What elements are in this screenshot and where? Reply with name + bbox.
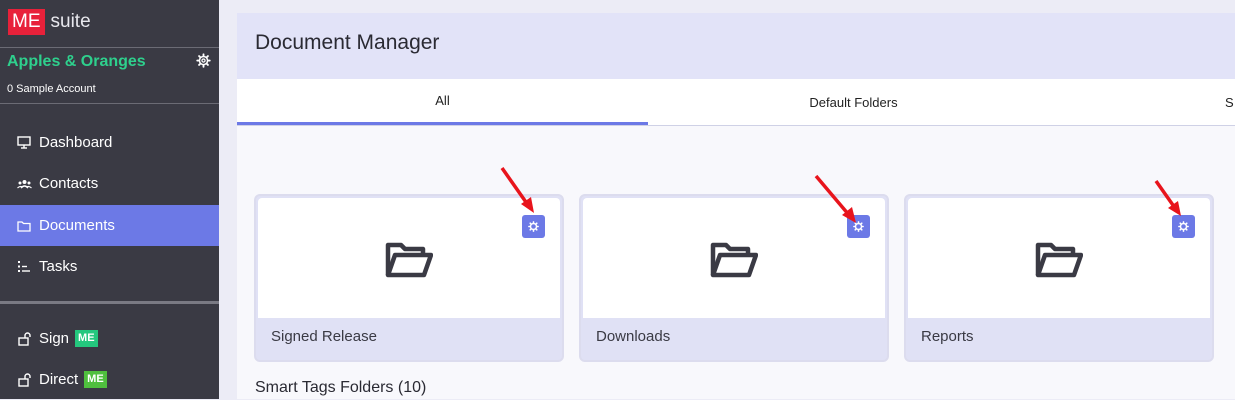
gear-icon	[528, 221, 539, 232]
sidebar-item-label: Dashboard	[39, 134, 113, 151]
unlock-icon	[16, 331, 32, 347]
sidebar-item-label: Contacts	[39, 175, 99, 192]
folder-name: Reports	[921, 328, 974, 345]
app-logo[interactable]: ME suite	[8, 9, 91, 35]
folder-name: Downloads	[596, 328, 671, 345]
folder-icon	[16, 218, 32, 234]
tasks-icon	[16, 259, 32, 275]
company-name[interactable]: Apples & Oranges	[7, 53, 146, 71]
sidebar-item-contacts[interactable]: Contacts	[0, 163, 219, 204]
page-title: Document Manager	[255, 31, 440, 54]
folder-open-icon	[385, 242, 433, 278]
sidebar-item-tasks[interactable]: Tasks	[0, 246, 219, 287]
logo-text: suite	[50, 11, 91, 32]
tab-bar: All Default Folders S	[237, 79, 1235, 126]
sidebar-item-sign[interactable]: Sign ME	[0, 318, 219, 359]
gear-icon[interactable]	[196, 53, 211, 68]
divider	[0, 103, 219, 104]
divider	[0, 301, 219, 304]
annotation-arrow	[500, 166, 534, 213]
folder-settings-button[interactable]	[1172, 215, 1195, 238]
main-panel: Document Manager All Default Folders S S…	[237, 13, 1235, 399]
sidebar-item-label: Documents	[39, 217, 115, 234]
contacts-icon	[16, 176, 32, 192]
sidebar-item-documents[interactable]: Documents	[0, 205, 219, 246]
sidebar-item-dashboard[interactable]: Dashboard	[0, 122, 219, 163]
divider	[0, 47, 219, 48]
sidebar-item-label: Sign	[39, 330, 70, 347]
folder-card[interactable]: Signed Release	[254, 194, 564, 362]
annotation-arrow	[1154, 179, 1181, 216]
sidebar-item-direct[interactable]: Direct ME	[0, 359, 219, 400]
sidebar-item-label: Tasks	[39, 258, 78, 275]
annotation-arrow	[814, 174, 856, 223]
monitor-icon	[16, 135, 32, 151]
me-badge: ME	[75, 330, 98, 347]
logo-mark: ME	[8, 9, 45, 35]
smart-tags-title: Smart Tags Folders (10)	[255, 379, 427, 396]
folder-settings-button[interactable]	[522, 215, 545, 238]
sidebar: ME suite Apples & Oranges 0 Sample Accou…	[0, 0, 219, 399]
page-header: Document Manager	[237, 13, 1235, 79]
tab-smart[interactable]: S	[1225, 79, 1235, 125]
sidebar-item-label: Direct	[39, 371, 79, 388]
gear-icon	[1178, 221, 1189, 232]
tab-default-folders[interactable]: Default Folders	[648, 79, 1059, 125]
unlock-icon	[16, 372, 32, 388]
tab-all[interactable]: All	[237, 79, 648, 125]
folder-open-icon	[1035, 242, 1083, 278]
folder-card-body	[258, 198, 560, 318]
folder-card[interactable]: Reports	[904, 194, 1214, 362]
account-subtitle: 0 Sample Account	[7, 83, 96, 95]
folder-open-icon	[710, 242, 758, 278]
folder-name: Signed Release	[271, 328, 377, 345]
me-badge: ME	[84, 371, 107, 388]
